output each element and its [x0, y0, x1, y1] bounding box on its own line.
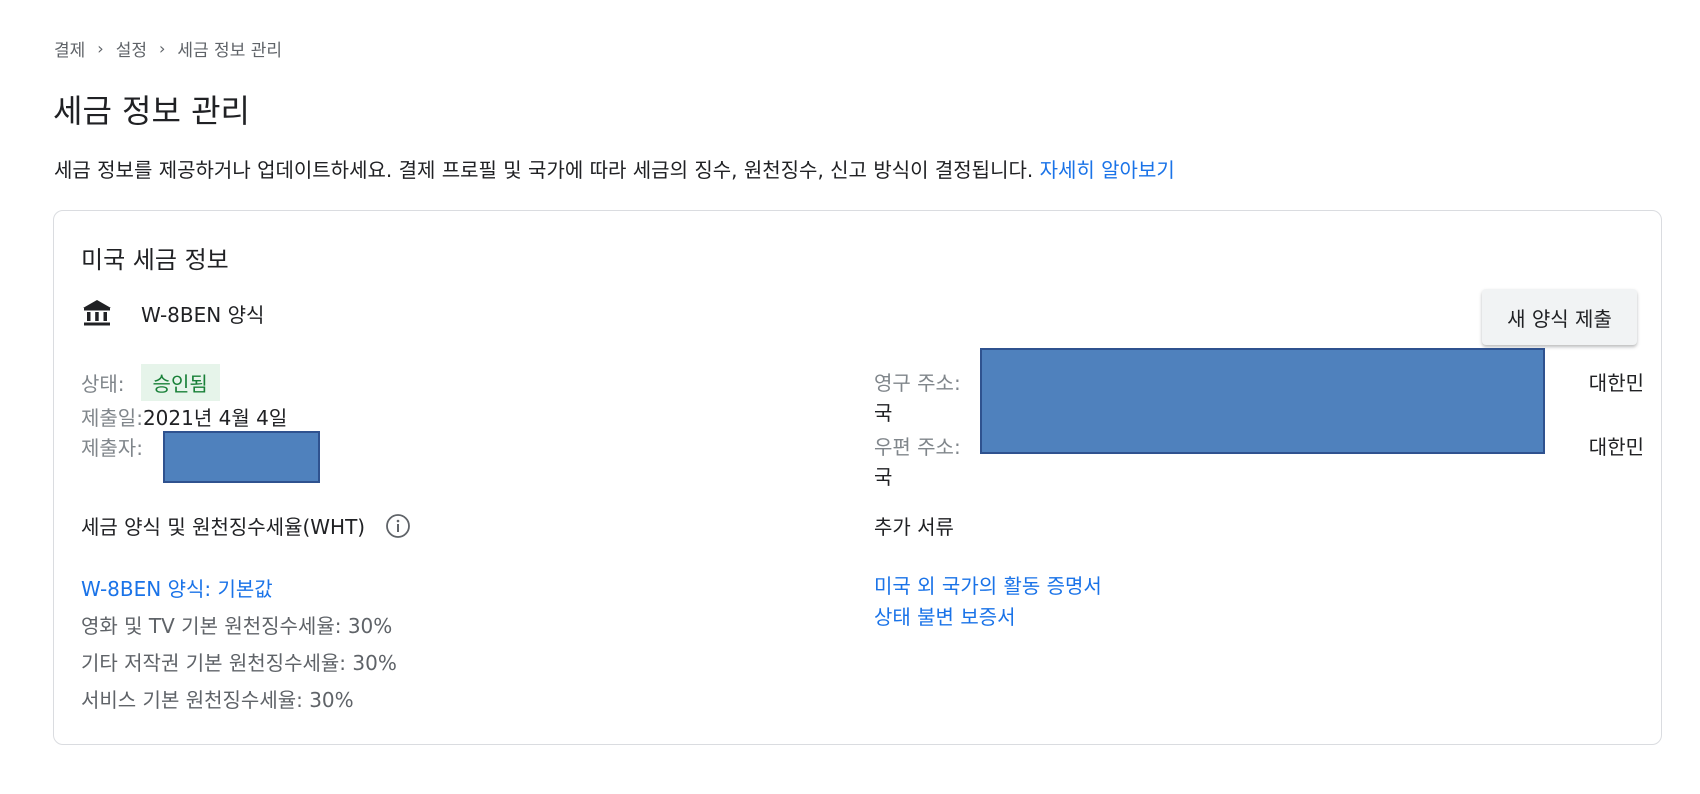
submitter-label: 제출자: [81, 435, 143, 460]
form-row: W-8BEN 양식 [81, 297, 264, 329]
doc-link-foreign-activity[interactable]: 미국 외 국가의 활동 증명서 [874, 570, 1102, 599]
breadcrumb-item-payments[interactable]: 결제 [54, 36, 85, 61]
wht-heading: 세금 양식 및 원천징수세율(WHT) [81, 511, 411, 540]
status-badge: 승인됨 [140, 363, 220, 401]
status-label: 상태: [81, 371, 125, 396]
page-title: 세금 정보 관리 [53, 92, 250, 130]
breadcrumb-item-tax-info: 세금 정보 관리 [177, 41, 283, 61]
card-title: 미국 세금 정보 [81, 246, 229, 274]
info-icon[interactable] [385, 513, 411, 539]
submitted-date-row: 제출일: 2021년 4월 4일 [81, 401, 287, 431]
additional-docs-list: 미국 외 국가의 활동 증명서 상태 불변 보증서 [874, 569, 1102, 631]
breadcrumb-separator: › [97, 39, 104, 58]
submitted-date-label: 제출일: [81, 405, 143, 430]
doc-link-status-warranty[interactable]: 상태 불변 보증서 [874, 601, 1016, 630]
additional-docs-heading: 추가 서류 [874, 511, 954, 540]
status-row: 상태: 승인됨 [81, 363, 287, 401]
bank-icon [83, 300, 111, 326]
address-redaction [980, 348, 1545, 454]
wht-rate-item: 기타 저작권 기본 원천징수세율: 30% [81, 651, 397, 675]
doc-item: 미국 외 국가의 활동 증명서 [874, 569, 1102, 600]
mailing-address-country-cont: 국 [874, 465, 893, 489]
wht-rate-item: 서비스 기본 원천징수세율: 30% [81, 688, 354, 712]
additional-docs-heading-text: 추가 서류 [874, 515, 954, 539]
wht-form-row: W-8BEN 양식: 기본값 [81, 569, 397, 606]
permanent-address-label: 영구 주소: [874, 371, 961, 395]
wht-list: W-8BEN 양식: 기본값 영화 및 TV 기본 원천징수세율: 30% 기타… [81, 569, 397, 717]
doc-item: 상태 불변 보증서 [874, 600, 1102, 631]
description-text: 세금 정보를 제공하거나 업데이트하세요. 결제 프로필 및 국가에 따라 세금… [54, 158, 1040, 182]
wht-form-link[interactable]: W-8BEN 양식: 기본값 [81, 573, 273, 602]
wht-rate-item: 영화 및 TV 기본 원천징수세율: 30% [81, 614, 393, 638]
mailing-address-country: 대한민 [1588, 435, 1644, 459]
form-name: W-8BEN 양식 [141, 302, 265, 327]
wht-heading-text: 세금 양식 및 원천징수세율(WHT) [81, 515, 366, 539]
permanent-address-country: 대한민 [1588, 371, 1644, 395]
submitter-redaction [163, 431, 320, 483]
permanent-address-country-cont: 국 [874, 401, 893, 425]
breadcrumb-separator: › [158, 39, 166, 58]
submit-new-form-button[interactable]: 새 양식 제출 [1482, 289, 1637, 345]
mailing-address-label: 우편 주소: [874, 435, 961, 459]
breadcrumb-item-settings[interactable]: 설정 [116, 36, 147, 61]
breadcrumb: 결제 › 설정 › 세금 정보 관리 [54, 36, 282, 61]
learn-more-link[interactable]: 자세히 알아보기 [1040, 158, 1175, 182]
submitted-date-value: 2021년 4월 4일 [142, 405, 288, 430]
page-description: 세금 정보를 제공하거나 업데이트하세요. 결제 프로필 및 국가에 따라 세금… [54, 154, 1175, 183]
